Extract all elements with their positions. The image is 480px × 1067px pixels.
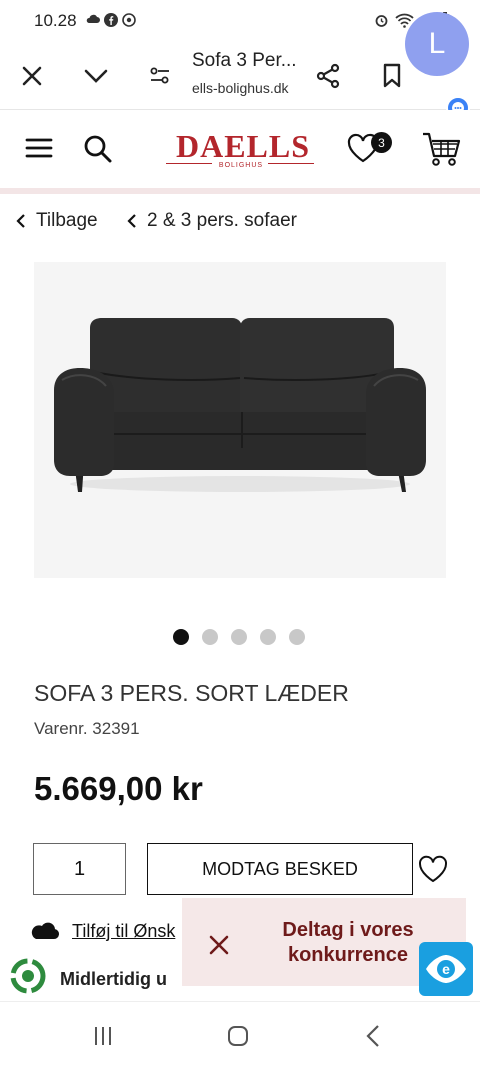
back-icon (366, 1025, 379, 1047)
chevron-down-icon (84, 69, 108, 83)
search-icon (84, 135, 112, 163)
menu-button[interactable] (25, 136, 53, 160)
svg-text:e: e (442, 961, 450, 977)
chevron-left-icon (16, 214, 25, 228)
bookmark-icon (383, 63, 401, 88)
back-link-label: Tilbage (36, 210, 98, 231)
wishlist-row: Tilføj til Ønsk (30, 918, 175, 944)
tab-title[interactable]: Sofa 3 Per... (192, 50, 297, 72)
cart-button[interactable] (421, 130, 461, 168)
recycle-icon (10, 958, 46, 994)
category-link-label: 2 & 3 pers. sofaer (147, 210, 297, 231)
quantity-input[interactable]: 1 (33, 843, 126, 895)
back-link[interactable]: Tilbage (16, 210, 98, 232)
breadcrumb: Tilbage 2 & 3 pers. sofaer (0, 200, 480, 244)
promo-text-line2: konkurrence (287, 944, 409, 966)
close-icon (209, 935, 229, 955)
share-button[interactable] (311, 59, 345, 93)
page-settings-button[interactable] (143, 59, 177, 93)
status-time: 10.28 (34, 11, 77, 30)
back-button[interactable] (358, 1022, 388, 1050)
add-to-wishlist-link[interactable]: Tilføj til Ønsk (72, 921, 175, 942)
share-icon (316, 63, 340, 89)
status-notification-icons (86, 13, 136, 27)
carousel-dots (173, 629, 305, 645)
home-button[interactable] (223, 1022, 253, 1050)
url-text[interactable]: ells-bolighus.dk (192, 80, 289, 96)
emaerket-icon: e (426, 955, 466, 983)
carousel-dot[interactable] (260, 629, 276, 645)
carousel-dot[interactable] (289, 629, 305, 645)
emaerket-badge[interactable]: e (419, 942, 473, 996)
add-to-wishlist-button[interactable] (417, 854, 449, 884)
product-sku: Varenr. 32391 (34, 719, 140, 739)
close-icon (22, 66, 42, 86)
minimize-tab-button[interactable] (79, 59, 113, 93)
product-price: 5.669,00 kr (34, 770, 203, 807)
home-icon (228, 1026, 248, 1046)
page-settings-icon (150, 67, 169, 84)
alarm-icon (375, 14, 388, 27)
profile-avatar[interactable]: L (405, 12, 469, 76)
sku-label: Varenr. (34, 719, 88, 738)
logo-wordmark: DAELLS (175, 128, 311, 164)
logo-subtitle: BOLIGHUS (218, 162, 264, 169)
system-navigation-bar (0, 1001, 480, 1067)
header-divider (0, 188, 480, 194)
notify-button[interactable]: MODTAG BESKED (147, 843, 413, 895)
sofa-image (54, 318, 426, 492)
recent-apps-button[interactable] (88, 1022, 118, 1050)
carousel-dot[interactable] (202, 629, 218, 645)
search-button[interactable] (83, 134, 113, 164)
carousel-dot[interactable] (173, 629, 189, 645)
heart-icon (418, 855, 448, 883)
bookmark-button[interactable] (375, 59, 409, 93)
recent-apps-icon (95, 1027, 111, 1045)
carousel-dot[interactable] (231, 629, 247, 645)
category-link[interactable]: 2 & 3 pers. sofaer (127, 210, 297, 232)
product-title: SOFA 3 PERS. SORT LÆDER (34, 680, 349, 706)
promo-text[interactable]: Deltag i vores konkurrence (258, 918, 438, 968)
avatar-letter: L (428, 27, 446, 60)
sku-value: 32391 (92, 719, 140, 738)
promo-close-button[interactable] (206, 932, 232, 958)
cloud-icon (31, 922, 60, 939)
chrome-icon (122, 13, 136, 27)
cloud-icon (86, 14, 100, 23)
promo-text-line1: Deltag i vores (282, 919, 414, 941)
product-image-carousel[interactable] (34, 262, 446, 578)
wishlist-count-badge: 3 (371, 132, 392, 153)
close-tab-button[interactable] (15, 59, 49, 93)
availability-text: Midlertidig u (60, 969, 167, 989)
facebook-icon (104, 13, 118, 27)
site-header: DAELLS BOLIGHUS 3 (0, 110, 480, 190)
cart-icon (423, 132, 461, 166)
chevron-left-icon (127, 214, 136, 228)
recycle-badge[interactable] (8, 956, 48, 996)
hamburger-icon (25, 138, 53, 158)
